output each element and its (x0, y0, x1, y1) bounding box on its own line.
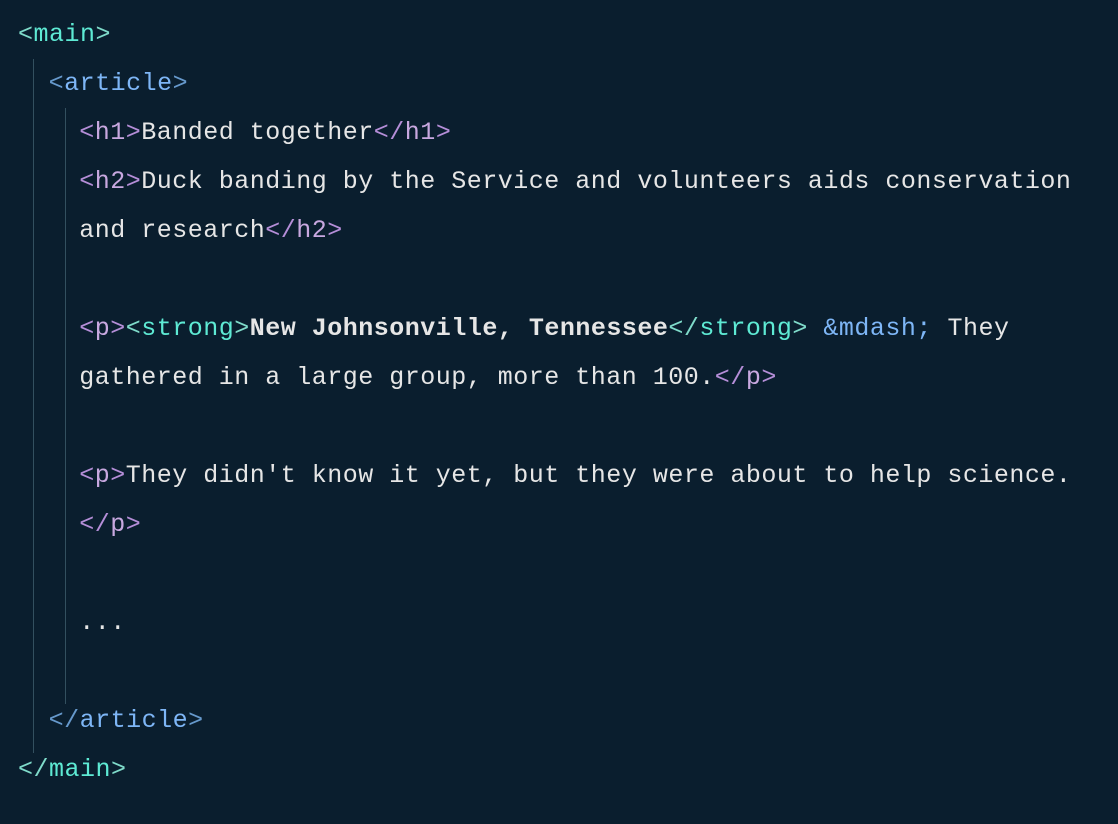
code-line: <main> (18, 10, 1100, 59)
code-token: > (110, 461, 126, 490)
code-token: > (761, 363, 777, 392)
code-token: < (79, 314, 95, 343)
code-token: > (792, 314, 808, 343)
code-token: Duck banding by the Service and voluntee… (79, 167, 1087, 245)
code-token: < (79, 461, 95, 490)
code-token: article (80, 706, 189, 735)
code-token: > (96, 20, 112, 49)
code-token: h2 (296, 216, 327, 245)
code-token: Banded together (141, 118, 374, 147)
code-line: <h2>Duck banding by the Service and volu… (18, 157, 1100, 255)
code-line: </main> (18, 745, 1100, 794)
code-token: < (18, 20, 34, 49)
code-line: <p>They didn't know it yet, but they wer… (18, 451, 1100, 549)
code-token: </ (79, 510, 110, 539)
code-token: ... (79, 608, 126, 637)
code-token: > (126, 510, 142, 539)
code-token: > (327, 216, 343, 245)
code-block: <main><article><h1>Banded together</h1><… (18, 10, 1100, 794)
code-content: <main><article><h1>Banded together</h1><… (18, 10, 1100, 794)
code-token: p (95, 461, 111, 490)
code-token: > (110, 314, 126, 343)
code-token: > (126, 167, 142, 196)
code-token: main (49, 755, 111, 784)
code-line (18, 402, 1100, 451)
code-token: > (173, 69, 189, 98)
code-token: p (746, 363, 762, 392)
code-token: </ (668, 314, 699, 343)
code-token: </ (18, 755, 49, 784)
code-line: <p><strong>New Johnsonville, Tennessee</… (18, 304, 1100, 402)
code-token: article (64, 69, 173, 98)
code-token: > (436, 118, 452, 147)
code-token: </ (715, 363, 746, 392)
code-line: <h1>Banded together</h1> (18, 108, 1100, 157)
code-token: </ (265, 216, 296, 245)
code-token: They didn't know it yet, but they were a… (126, 461, 1072, 490)
code-line (18, 549, 1100, 598)
code-token: > (234, 314, 250, 343)
code-token: strong (699, 314, 792, 343)
code-token: p (95, 314, 111, 343)
code-line: ... (18, 598, 1100, 647)
code-token: < (79, 167, 95, 196)
code-token: New Johnsonville, Tennessee (250, 314, 669, 343)
code-line (18, 255, 1100, 304)
code-token: p (110, 510, 126, 539)
code-token: > (126, 118, 142, 147)
code-token: main (34, 20, 96, 49)
code-token: h1 (405, 118, 436, 147)
code-token: > (188, 706, 204, 735)
code-token: h2 (95, 167, 126, 196)
code-line: </article> (18, 696, 1100, 745)
code-token: < (126, 314, 142, 343)
code-token: strong (141, 314, 234, 343)
code-token: </ (49, 706, 80, 735)
code-token: h1 (95, 118, 126, 147)
code-token (808, 314, 824, 343)
code-line: <article> (18, 59, 1100, 108)
code-token: </ (374, 118, 405, 147)
code-token: < (79, 118, 95, 147)
code-token: &mdash; (823, 314, 932, 343)
code-line (18, 647, 1100, 696)
code-token: < (49, 69, 65, 98)
code-token: > (111, 755, 127, 784)
